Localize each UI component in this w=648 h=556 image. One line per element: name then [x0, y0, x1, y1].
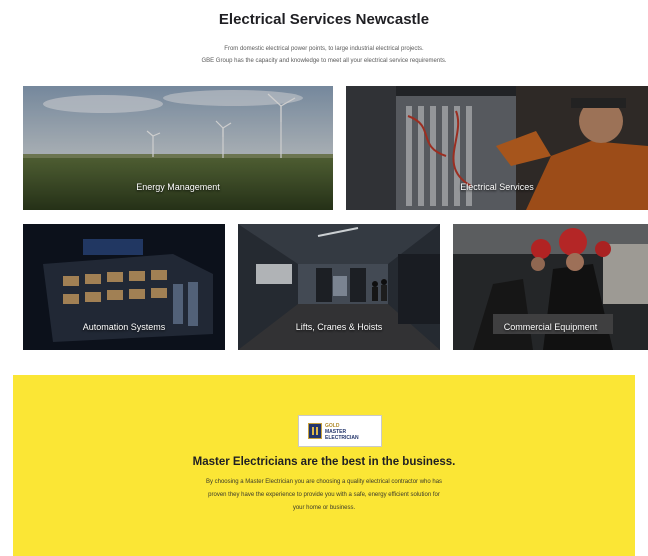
master-electrician-banner: GOLD MASTER ELECTRICIAN Master Electrici… [13, 375, 635, 556]
service-card-energy-management[interactable]: Energy Management [23, 86, 333, 210]
service-card-electrical-services[interactable]: Electrical Services [346, 86, 648, 210]
service-card-lifts-cranes-hoists[interactable]: Lifts, Cranes & Hoists [238, 224, 440, 350]
master-electrician-badge: GOLD MASTER ELECTRICIAN [298, 415, 382, 447]
badge-text: GOLD MASTER ELECTRICIAN [325, 423, 359, 441]
tile-label: Automation Systems [82, 322, 166, 332]
badge-line-electrician: ELECTRICIAN [325, 435, 359, 441]
promo-body-line-1: By choosing a Master Electrician you are… [205, 479, 443, 485]
promo-heading: Master Electricians are the best in the … [192, 456, 456, 468]
tile-label: Electrical Services [460, 182, 534, 192]
tile-label: Lifts, Cranes & Hoists [295, 322, 383, 332]
master-electrician-emblem-icon [308, 423, 322, 439]
service-card-commercial-equipment[interactable]: Commercial Equipment [453, 224, 648, 350]
intro-text: From domestic electrical power points, t… [0, 43, 648, 67]
intro-line-1: From domestic electrical power points, t… [224, 46, 424, 52]
promo-body-line-2: proven they have the experience to provi… [208, 492, 440, 498]
tile-label: Commercial Equipment [503, 322, 598, 332]
tile-label: Energy Management [136, 182, 220, 192]
service-card-automation-systems[interactable]: Automation Systems [23, 224, 225, 350]
page-title: Electrical Services Newcastle [218, 11, 430, 28]
intro-line-2: GBE Group has the capacity and knowledge… [201, 58, 447, 64]
promo-body-line-3: your home or business. [292, 505, 356, 511]
promo-body: By choosing a Master Electrician you are… [153, 476, 495, 515]
